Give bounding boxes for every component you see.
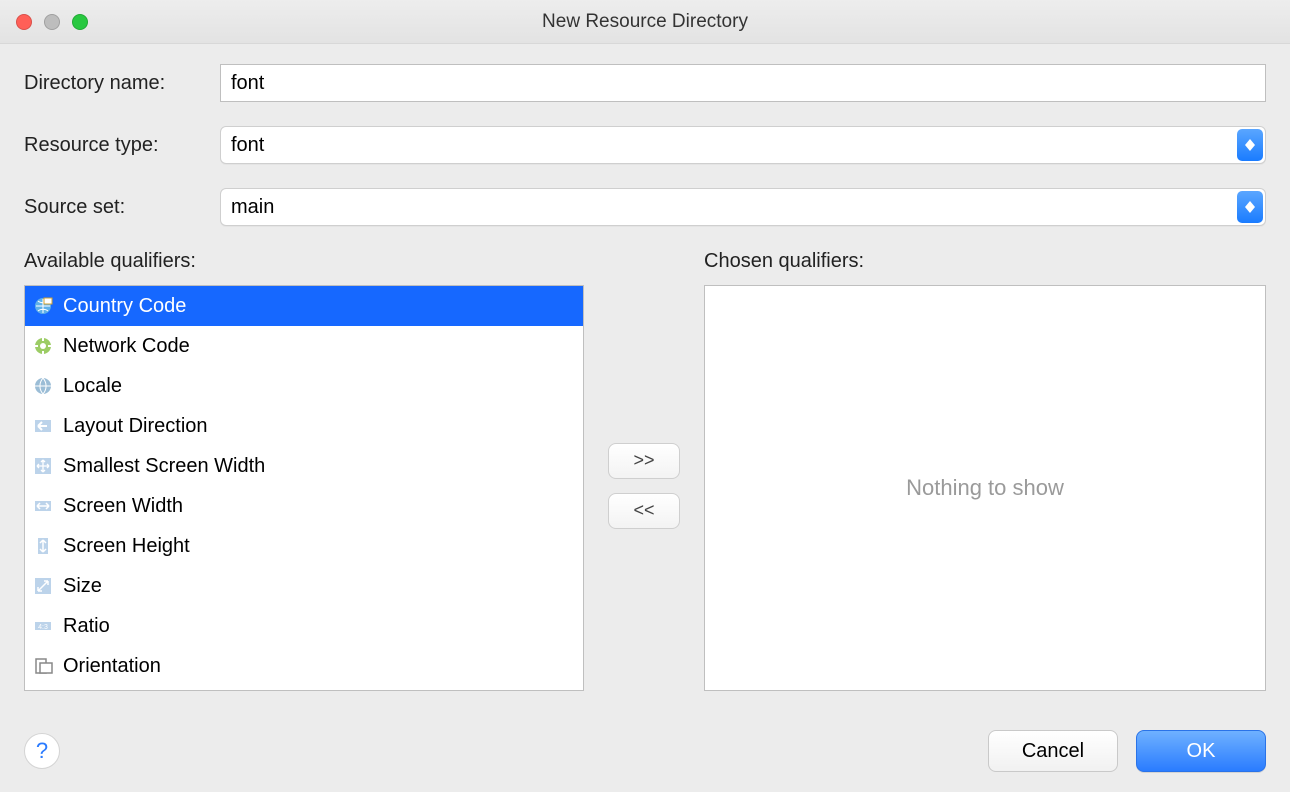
list-item-label: Layout Direction: [63, 415, 208, 438]
list-item-label: Screen Height: [63, 535, 190, 558]
chosen-qualifiers-list[interactable]: Nothing to show: [704, 285, 1266, 691]
resource-type-value: font: [231, 134, 264, 157]
globe-icon: [31, 374, 55, 398]
list-item-label: Smallest Screen Width: [63, 455, 265, 478]
list-item-label: Screen Width: [63, 495, 183, 518]
resource-type-select[interactable]: font: [220, 126, 1266, 164]
list-item[interactable]: Country Code: [25, 286, 583, 326]
list-item-label: Network Code: [63, 335, 190, 358]
title-bar: New Resource Directory: [0, 0, 1290, 44]
select-stepper-icon[interactable]: [1237, 191, 1263, 223]
list-item[interactable]: Layout Direction: [25, 406, 583, 446]
add-qualifier-button[interactable]: >>: [608, 443, 680, 479]
list-item[interactable]: 4:3 Ratio: [25, 606, 583, 646]
source-set-value: main: [231, 196, 274, 219]
available-qualifiers-label: Available qualifiers:: [24, 250, 584, 273]
list-item-label: Country Code: [63, 295, 186, 318]
available-qualifiers-list[interactable]: Country Code Network Code Locale Layout Dir…: [24, 285, 584, 691]
minimize-window-icon: [44, 14, 60, 30]
help-button[interactable]: ?: [24, 733, 60, 769]
source-set-label: Source set:: [24, 196, 220, 219]
svg-text:4:3: 4:3: [38, 624, 48, 631]
list-item[interactable]: Screen Height: [25, 526, 583, 566]
ok-button[interactable]: OK: [1136, 730, 1266, 772]
list-item[interactable]: Network Code: [25, 326, 583, 366]
list-item[interactable]: Smallest Screen Width: [25, 446, 583, 486]
list-item-label: Locale: [63, 375, 122, 398]
list-item-label: Orientation: [63, 655, 161, 678]
cancel-button[interactable]: Cancel: [988, 730, 1118, 772]
arrow-left-icon: [31, 414, 55, 438]
list-item[interactable]: Screen Width: [25, 486, 583, 526]
network-icon: [31, 334, 55, 358]
list-item[interactable]: Orientation: [25, 646, 583, 686]
list-item[interactable]: Locale: [25, 366, 583, 406]
close-window-icon[interactable]: [16, 14, 32, 30]
empty-placeholder: Nothing to show: [906, 475, 1064, 501]
directory-name-input[interactable]: [220, 64, 1266, 102]
remove-qualifier-button[interactable]: <<: [608, 493, 680, 529]
window-controls: [0, 14, 88, 30]
ratio-icon: 4:3: [31, 614, 55, 638]
select-stepper-icon[interactable]: [1237, 129, 1263, 161]
list-item-label: Size: [63, 575, 102, 598]
window-title: New Resource Directory: [0, 11, 1290, 33]
arrow-v-icon: [31, 534, 55, 558]
orientation-icon: [31, 654, 55, 678]
list-item[interactable]: Size: [25, 566, 583, 606]
arrow-h-icon: [31, 494, 55, 518]
arrows-out-icon: [31, 454, 55, 478]
source-set-select[interactable]: main: [220, 188, 1266, 226]
list-item-label: Ratio: [63, 615, 110, 638]
resource-type-label: Resource type:: [24, 134, 220, 157]
directory-name-label: Directory name:: [24, 72, 220, 95]
globe-flag-icon: [31, 294, 55, 318]
zoom-window-icon[interactable]: [72, 14, 88, 30]
resize-icon: [31, 574, 55, 598]
chosen-qualifiers-label: Chosen qualifiers:: [704, 250, 1266, 273]
